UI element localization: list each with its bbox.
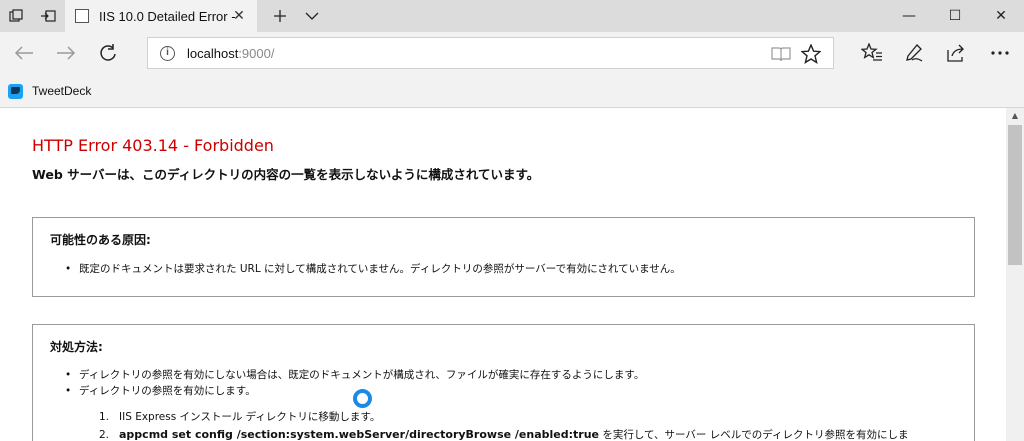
step-command: appcmd set config /section:system.webSer… [119, 428, 599, 441]
favorite-label: TweetDeck [32, 84, 92, 98]
step-text: を実行して、サーバー レベルでのディレクトリ参照を有効にしま [599, 429, 909, 441]
step-number: 1. [99, 411, 110, 423]
page-icon [75, 9, 89, 23]
list-item: ディレクトリの参照を有効にしない場合は、既定のドキュメントが構成され、ファイルが… [65, 367, 644, 383]
info-icon[interactable]: i [160, 45, 175, 61]
url-host: localhost [187, 45, 239, 61]
url-path: :9000/ [238, 45, 275, 61]
favorites-hub-icon[interactable] [854, 37, 890, 69]
favorite-star-icon[interactable] [801, 44, 821, 64]
error-title: HTTP Error 403.14 - Forbidden [32, 136, 274, 155]
new-tab-icon[interactable] [264, 0, 296, 32]
step-item: 1. IIS Express インストール ディレクトリに移動します。 [99, 408, 909, 426]
active-tab[interactable]: IIS 10.0 Detailed Error - ✕ [65, 0, 257, 32]
reading-view-icon[interactable] [771, 44, 791, 64]
favorite-item-tweetdeck[interactable]: TweetDeck [8, 82, 91, 100]
address-bar[interactable]: i localhost:9000/ [147, 37, 834, 69]
favorites-bar: TweetDeck [0, 74, 1024, 108]
tweetdeck-icon [8, 83, 23, 99]
tab-title: IIS 10.0 Detailed Error - [99, 8, 236, 24]
set-aside-tabs-icon[interactable] [32, 0, 64, 32]
tab-bar: IIS 10.0 Detailed Error - ✕ — ☐ ✕ [0, 0, 1024, 32]
navigation-bar: i localhost:9000/ [0, 32, 1024, 74]
loading-cursor-icon [353, 389, 372, 408]
web-note-pen-icon[interactable] [896, 37, 932, 69]
scroll-up-arrow-icon[interactable]: ▲ [1006, 108, 1024, 124]
share-icon[interactable] [938, 37, 974, 69]
causes-box: 可能性のある原因: 既定のドキュメントは要求された URL に対して構成されてい… [32, 217, 975, 297]
refresh-icon[interactable] [90, 37, 126, 69]
minimize-button[interactable]: — [886, 0, 932, 32]
tab-preview-icon[interactable] [0, 0, 32, 32]
page-content: HTTP Error 403.14 - Forbidden Web サーバーは、… [0, 108, 1006, 441]
causes-list: 既定のドキュメントは要求された URL に対して構成されていません。ディレクトリ… [65, 261, 681, 277]
close-tab-icon[interactable]: ✕ [231, 8, 247, 24]
causes-heading: 可能性のある原因: [50, 233, 151, 247]
error-subtitle: Web サーバーは、このディレクトリの内容の一覧を表示しないように構成されていま… [32, 167, 540, 182]
step-number: 2. [99, 429, 110, 441]
close-button[interactable]: ✕ [978, 0, 1024, 32]
more-options-icon[interactable] [982, 37, 1018, 69]
maximize-button[interactable]: ☐ [932, 0, 978, 32]
step-text: IIS Express インストール ディレクトリに移動します。 [119, 411, 381, 423]
fixes-heading: 対処方法: [50, 340, 103, 354]
vertical-scrollbar[interactable]: ▲ [1006, 108, 1024, 441]
steps-list: 1. IIS Express インストール ディレクトリに移動します。 2. a… [99, 408, 909, 441]
list-item: 既定のドキュメントは要求された URL に対して構成されていません。ディレクトリ… [65, 261, 681, 277]
tab-list-chevron-icon[interactable] [296, 0, 328, 32]
back-icon[interactable] [6, 37, 42, 69]
step-item: 2. appcmd set config /section:system.web… [99, 426, 909, 441]
fixes-box: 対処方法: ディレクトリの参照を有効にしない場合は、既定のドキュメントが構成され… [32, 324, 975, 441]
forward-icon[interactable] [48, 37, 84, 69]
scroll-thumb[interactable] [1008, 125, 1022, 265]
